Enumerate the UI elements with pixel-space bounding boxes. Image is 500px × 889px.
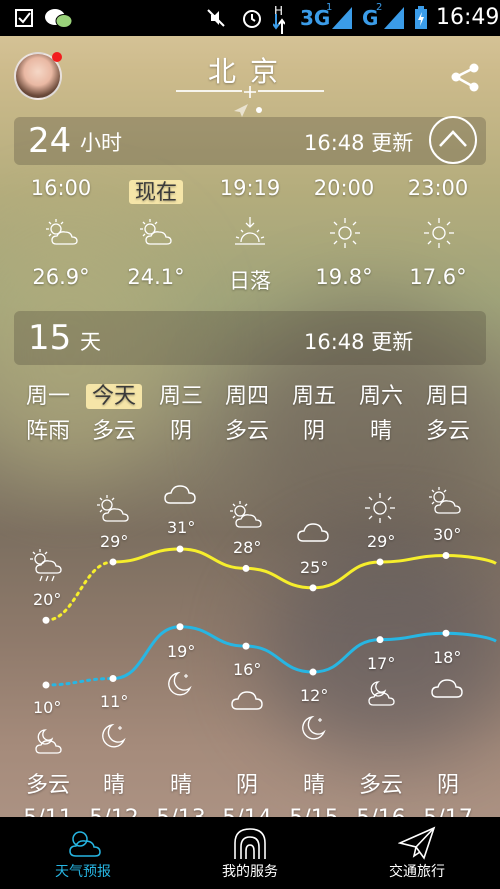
low-temp-label: 11°: [100, 692, 129, 711]
low-temp-label: 19°: [167, 642, 196, 661]
low-temp-point-6: [442, 629, 450, 637]
low-temp-point-3: [242, 642, 250, 650]
hour-value: 19.8°: [315, 265, 373, 289]
nav-travel[interactable]: 交通旅行: [334, 817, 500, 889]
hour-value: 17.6°: [409, 265, 467, 289]
high-temp-label: 20°: [33, 590, 62, 609]
hourly-unit: 小时: [80, 131, 122, 155]
low-temp-point-2: [176, 623, 184, 631]
alarm-icon: [240, 0, 264, 36]
battery-icon: [414, 0, 428, 36]
low-temp-label: 10°: [33, 698, 62, 717]
high-temp-point-6: [442, 551, 450, 559]
sim2-label: 2: [376, 2, 383, 13]
daily-unit: 天: [80, 330, 101, 354]
day-label-today: 今天: [85, 384, 142, 409]
signal-2-icon: [384, 0, 404, 36]
high-temp-point-5: [376, 558, 384, 566]
high-temp-point-2: [176, 545, 184, 553]
nav-services-label: 我的服务: [222, 864, 278, 880]
mute-icon: [205, 0, 227, 36]
high-temp-point-1: [109, 558, 117, 566]
nav-weather-label: 天气预报: [55, 864, 111, 880]
low-temp-label: 12°: [300, 686, 329, 705]
sun-icon: [330, 218, 360, 248]
notification-icon: [12, 0, 36, 36]
hourly-header: 24 小时 16:48 更新: [14, 115, 486, 165]
nav-weather[interactable]: 天气预报: [0, 817, 166, 889]
high-temp-point-3: [242, 564, 250, 572]
low-temp-label: 16°: [233, 660, 262, 679]
low-temp-point-0: [42, 681, 50, 689]
high-temp-label: 31°: [167, 518, 196, 537]
hour-time: 23:00: [407, 176, 469, 200]
partly-cloudy-icon: [46, 219, 78, 245]
services-nav-icon: [234, 828, 266, 859]
high-temp-label: 28°: [233, 538, 262, 557]
hourly-big-number: 24: [28, 121, 72, 161]
data-arrows-icon: [272, 0, 286, 36]
hour-time: 20:00: [313, 176, 375, 200]
wechat-icon: [44, 0, 74, 36]
sun-icon: [424, 218, 454, 248]
high-temp-point-0: [42, 616, 50, 624]
collapse-icon[interactable]: [428, 115, 478, 165]
hour-value: 24.1°: [127, 265, 185, 289]
clock: 16:49: [436, 5, 500, 30]
signal-1-icon: [332, 0, 352, 36]
hourly-updated: 16:48 更新: [304, 131, 414, 155]
daily-updated: 16:48 更新: [304, 330, 414, 354]
high-temp-point-4: [309, 584, 317, 592]
hour-time: 16:00: [30, 176, 92, 200]
high-temp-label: 29°: [100, 532, 129, 551]
low-temp-label: 18°: [433, 648, 462, 667]
temperature-chart: [42, 545, 497, 689]
low-temp-line-past: [44, 677, 115, 687]
share-icon[interactable]: [450, 62, 480, 92]
hour-value: 日落: [229, 269, 271, 293]
high-temp-label: 29°: [367, 532, 396, 551]
nav-services[interactable]: 我的服务: [167, 817, 333, 889]
nav-travel-label: 交通旅行: [389, 864, 445, 880]
weather-nav-icon: [69, 831, 101, 857]
low-temp-point-4: [309, 668, 317, 676]
sunset-icon: [235, 217, 265, 245]
high-temp-label: 30°: [433, 525, 462, 544]
low-temp-point-5: [376, 636, 384, 644]
partly-cloudy-icon: [140, 219, 172, 245]
cloudy-night-icon: [35, 729, 62, 754]
hour-time: 19:19: [219, 176, 281, 200]
hour-value: 26.9°: [32, 265, 90, 289]
night-condition: 阴: [436, 773, 459, 798]
hour-time-now: 现在: [129, 180, 183, 204]
status-bar: H 3G 1 G 2 16:49: [0, 0, 500, 36]
low-temp-label: 17°: [367, 654, 396, 673]
low-temp-point-1: [109, 675, 117, 683]
daily-big-number: 15: [28, 318, 72, 358]
bottom-nav: 天气预报 我的服务 交通旅行: [0, 817, 500, 889]
daily-header: 15 天 16:48 更新: [14, 311, 486, 365]
day-condition: 多云: [425, 419, 470, 444]
paper-plane-icon: [398, 826, 436, 860]
day-label[interactable]: 周日: [408, 378, 488, 410]
location-icon: [234, 86, 262, 117]
high-temp-label: 25°: [300, 558, 329, 577]
hour-time: 现在: [116, 176, 196, 206]
